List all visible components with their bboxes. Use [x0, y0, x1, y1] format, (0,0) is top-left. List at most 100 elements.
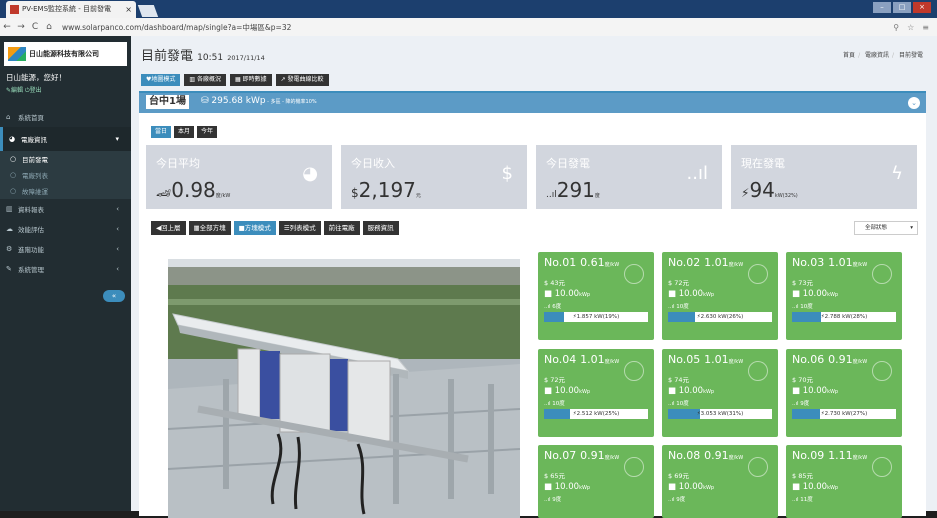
inverter-number: No.02 1.01度/kW [668, 256, 744, 269]
inverter-card[interactable]: No.04 1.01度/kW $ 72元 ■ 10.00kWp ..ıl 10度 ⚡2.… [538, 349, 654, 437]
breadcrumb-home[interactable]: 首頁 [843, 52, 855, 59]
gauge-ring-icon [624, 457, 644, 477]
inverter-card[interactable]: No.09 1.11度/kW $ 85元 ■ 10.00kWp ..ıl 11度 [786, 445, 902, 518]
logo-mark-icon [8, 47, 26, 61]
star-icon[interactable]: ☆ [907, 23, 914, 32]
forward-icon[interactable]: → [14, 22, 28, 32]
kpi-title: 今日發電 [546, 157, 590, 170]
sidebar-item-system[interactable]: ✎ 系統管理 ‹ [0, 259, 131, 279]
status-filter-value: 全部狀態 [865, 225, 888, 231]
favicon-icon [10, 5, 19, 14]
overview-button[interactable]: ▥ 各廠概況 [184, 74, 226, 86]
inverter-card[interactable]: No.05 1.01度/kW $ 74元 ■ 10.00kWp ..ıl 10度 ⚡3.… [662, 349, 778, 437]
new-tab-button[interactable] [137, 5, 159, 17]
power-progress-bar: ⚡2.730 kW(27%) [792, 409, 896, 419]
page-title-text: 目前發電 [141, 49, 194, 64]
sidebar-item-label: 系統首頁 [18, 114, 44, 122]
maximize-icon[interactable]: □ [893, 2, 911, 13]
inverter-number: No.06 0.91度/kW [792, 353, 868, 366]
collapse-panel-icon[interactable]: ⌄ [908, 97, 920, 109]
inverter-card[interactable]: No.03 1.01度/kW $ 73元 ■ 10.00kWp ..ıl 10度 ⚡2.… [786, 252, 902, 340]
gauge-ring-icon [872, 264, 892, 284]
inverter-capacity: ■ 10.00kWp [544, 289, 591, 299]
inverter-capacity: ■ 10.00kWp [792, 289, 839, 299]
service-info-button[interactable]: 服務資訊 [362, 221, 399, 235]
breadcrumb-plant-info[interactable]: 電廠資訊 [865, 52, 889, 59]
circle-icon: ○ [10, 155, 17, 163]
company-logo[interactable]: 日山能源科技有限公司 [4, 42, 127, 66]
period-today-button[interactable]: 當日 [151, 126, 172, 138]
power-progress-label: ⚡2.630 kW(26%) [696, 314, 744, 320]
period-month-button[interactable]: 本月 [174, 126, 195, 138]
browser-tab[interactable]: PV-EMS監控系統 - 目前發電 × [6, 1, 136, 18]
chevron-left-icon: ‹ [116, 225, 119, 233]
sidebar-item-plant-info[interactable]: ◕ 電廠資訊 ▾ [0, 127, 131, 151]
kpi-title: 現在發電 [741, 157, 785, 170]
url-field[interactable]: www.solarpanco.com/dashboard/map/single?… [62, 22, 291, 33]
power-progress-label: ⚡3.053 kW(31%) [696, 411, 744, 417]
map-mode-button[interactable]: ♥地圖模式 [141, 74, 181, 86]
realtime-data-button[interactable]: ▦ 即時數據 [230, 74, 272, 86]
curve-compare-button[interactable]: ↗ 發電曲線比較 [275, 74, 329, 86]
inverter-energy: ..ıl 10度 [544, 401, 565, 407]
sidebar-item-performance[interactable]: ☁ 效能評估 ‹ [0, 219, 131, 239]
period-year-button[interactable]: 今年 [197, 126, 218, 138]
speedometer-icon: ◕ [302, 163, 318, 184]
inverter-card[interactable]: No.08 0.91度/kW $ 69元 ■ 10.00kWp ..ıl 9度 [662, 445, 778, 518]
list-mode-button[interactable]: ☰列表模式 [278, 221, 321, 235]
reload-icon[interactable]: C [28, 22, 42, 32]
sidebar-item-advanced[interactable]: ⚙ 進階功能 ‹ [0, 239, 131, 259]
search-icon[interactable]: ⚲ [893, 23, 899, 32]
site-panel: 台中1場 ⛁ 295.68 kWp - 多區 - 降的機率10% ⌄ 當日 本月… [139, 91, 926, 518]
kpi-daily-average: 今日平均 🏎0.98度/kW ◕ [146, 145, 332, 209]
inverter-energy: ..ıl 10度 [668, 304, 689, 310]
inverter-card[interactable]: No.06 0.91度/kW $ 70元 ■ 10.00kWp ..ıl 9度 ⚡2.7… [786, 349, 902, 437]
power-progress-label: ⚡2.788 kW(28%) [820, 314, 868, 320]
kpi-value: $2,197元 [351, 178, 421, 202]
sidebar-subitem-current-power[interactable]: ○ 目前發電 [0, 151, 131, 167]
home-icon[interactable]: ⌂ [42, 22, 56, 32]
goto-plant-button[interactable]: 前往電廠 [323, 221, 360, 235]
sidebar-subitem-plant-list[interactable]: ○ 電廠列表 [0, 167, 131, 183]
inverter-card[interactable]: No.07 0.91度/kW $ 65元 ■ 10.00kWp ..ıl 9度 [538, 445, 654, 518]
inverter-toolbar: ◀回上層 ▦全部方塊 ■方塊模式 ☰列表模式 前往電廠 服務資訊 [151, 221, 399, 235]
inverter-capacity: ■ 10.00kWp [544, 386, 591, 396]
close-tab-icon[interactable]: × [125, 1, 132, 18]
view-mode-bar: ♥地圖模式 ▥ 各廠概況 ▦ 即時數據 ↗ 發電曲線比較 [141, 74, 329, 86]
gauge-ring-icon [748, 361, 768, 381]
status-filter-select[interactable]: 全部狀態 ▾ [854, 221, 918, 235]
collapse-sidebar-button[interactable]: « [103, 290, 125, 302]
gear-icon: ⚙ [6, 245, 13, 253]
close-window-icon[interactable]: × [913, 2, 931, 13]
inverter-energy: ..ıl 9度 [544, 497, 562, 503]
sidebar-item-home[interactable]: ⌂ 系統首頁 [0, 107, 131, 127]
inverter-capacity: ■ 10.00kWp [792, 482, 839, 492]
sidebar-subitem-label: 目前發電 [22, 156, 48, 164]
chevron-left-icon: ‹ [116, 265, 119, 273]
block-mode-button[interactable]: ■方塊模式 [233, 221, 276, 235]
user-greeting: 日山能源，您好！ [6, 73, 66, 82]
inverter-card[interactable]: No.01 0.61度/kW $ 43元 ■ 10.00kWp ..ıl 6度 ⚡1.8… [538, 252, 654, 340]
back-icon[interactable]: ← [0, 22, 14, 32]
kpi-title: 今日收入 [351, 157, 395, 170]
gauge-ring-icon [748, 457, 768, 477]
menu-icon[interactable]: ≡ [922, 23, 929, 32]
lightning-icon: ϟ [891, 163, 903, 184]
sidebar-subitem-maintenance[interactable]: ○ 故障維運 [0, 183, 131, 199]
sidebar-item-reports[interactable]: ▥ 資料報表 ‹ [0, 199, 131, 219]
back-up-button[interactable]: ◀回上層 [151, 221, 186, 235]
home-icon: ⌂ [6, 113, 11, 121]
kpi-value: ⚡94kW(32%) [741, 178, 798, 202]
inverter-number: No.08 0.91度/kW [668, 449, 744, 462]
kpi-value: 🏎0.98度/kW [156, 178, 231, 202]
kpi-daily-income: 今日收入 $2,197元 $ [341, 145, 527, 209]
inverter-card[interactable]: No.02 1.01度/kW $ 72元 ■ 10.00kWp ..ıl 10度 ⚡2.… [662, 252, 778, 340]
power-progress-bar: ⚡2.788 kW(28%) [792, 312, 896, 322]
gauge-ring-icon [624, 361, 644, 381]
wrench-icon: ✎ [6, 265, 12, 273]
inverter-income: $ 73元 [792, 279, 813, 287]
solar-inverter-photo [168, 259, 520, 518]
minimize-icon[interactable]: – [873, 2, 891, 13]
all-blocks-button[interactable]: ▦全部方塊 [188, 221, 231, 235]
user-links[interactable]: ✎編輯 ⏻登出 [0, 83, 131, 95]
